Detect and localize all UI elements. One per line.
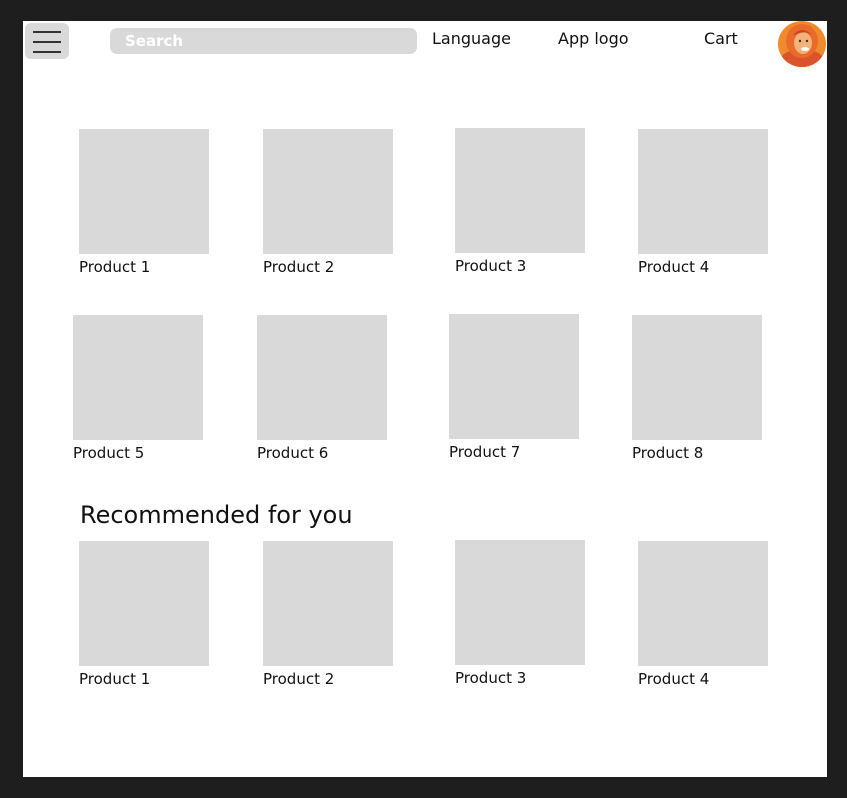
product-card[interactable]: Product 2 xyxy=(263,129,393,276)
hamburger-menu-button[interactable] xyxy=(25,23,69,59)
recommended-product-card[interactable]: Product 3 xyxy=(455,540,585,687)
product-label: Product 4 xyxy=(638,258,710,276)
product-card[interactable]: Product 6 xyxy=(257,315,387,462)
product-card[interactable]: Product 1 xyxy=(79,129,209,276)
product-card[interactable]: Product 4 xyxy=(638,129,768,276)
cart-link[interactable]: Cart xyxy=(704,29,738,48)
product-label: Product 1 xyxy=(79,258,151,276)
product-image-placeholder xyxy=(73,315,203,440)
product-label: Product 3 xyxy=(455,257,527,275)
recommended-section-title: Recommended for you xyxy=(80,501,353,529)
product-image-placeholder xyxy=(638,541,768,666)
product-image-placeholder xyxy=(79,129,209,254)
app-logo[interactable]: App logo xyxy=(558,29,629,48)
recommended-product-card[interactable]: Product 4 xyxy=(638,541,768,688)
product-image-placeholder xyxy=(449,314,579,439)
product-image-placeholder xyxy=(455,540,585,665)
recommended-product-card[interactable]: Product 1 xyxy=(79,541,209,688)
product-image-placeholder xyxy=(263,129,393,254)
menu-line xyxy=(33,31,61,33)
language-selector[interactable]: Language xyxy=(432,29,511,48)
menu-line xyxy=(33,51,61,53)
product-label: Product 7 xyxy=(449,443,521,461)
product-image-placeholder xyxy=(632,315,762,440)
product-label: Product 8 xyxy=(632,444,704,462)
product-label: Product 2 xyxy=(263,670,335,688)
product-image-placeholder xyxy=(257,315,387,440)
product-card[interactable]: Product 5 xyxy=(73,315,203,462)
product-label: Product 5 xyxy=(73,444,145,462)
recommended-product-card[interactable]: Product 2 xyxy=(263,541,393,688)
product-label: Product 3 xyxy=(455,669,527,687)
product-label: Product 4 xyxy=(638,670,710,688)
product-image-placeholder xyxy=(638,129,768,254)
product-label: Product 1 xyxy=(79,670,151,688)
product-label: Product 2 xyxy=(263,258,335,276)
search-input[interactable] xyxy=(110,28,417,54)
product-card[interactable]: Product 3 xyxy=(455,128,585,275)
product-image-placeholder xyxy=(263,541,393,666)
product-card[interactable]: Product 8 xyxy=(632,315,762,462)
avatar-image xyxy=(778,21,826,67)
product-card[interactable]: Product 7 xyxy=(449,314,579,461)
app-frame: Language App logo Cart Product 1 Product… xyxy=(23,21,827,777)
product-image-placeholder xyxy=(455,128,585,253)
product-image-placeholder xyxy=(79,541,209,666)
user-avatar[interactable] xyxy=(778,21,826,67)
product-label: Product 6 xyxy=(257,444,329,462)
menu-line xyxy=(33,41,61,43)
